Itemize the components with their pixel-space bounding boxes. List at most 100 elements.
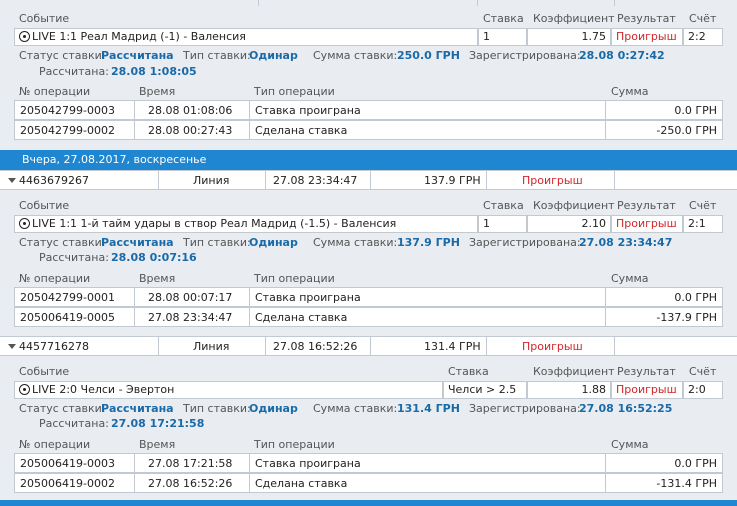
header-score: Счёт — [689, 12, 717, 25]
header-op-num: № операции — [19, 85, 91, 98]
header-sum: Сумма — [611, 438, 649, 451]
bet-details-panel-3: Событие Ставка Коэффициент Результат Счё… — [0, 356, 737, 500]
operation-row: 205006419-0003 27.08 17:21:58 Ставка про… — [14, 453, 723, 473]
op-sum: 0.0 ГРН — [674, 457, 717, 470]
status-label: Статус ставки: — [19, 49, 106, 62]
header-result: Результат — [617, 12, 676, 25]
header-bet: Ставка — [448, 365, 489, 378]
op-type: Ставка проиграна — [255, 457, 361, 470]
op-type: Сделана ставка — [255, 311, 348, 324]
header-bet: Ставка — [483, 12, 524, 25]
op-number: 205006419-0003 — [20, 457, 115, 470]
event-cell: LIVE 2:0 Челси - Эвертон — [14, 381, 443, 399]
event-name: LIVE 1:1 Реал Мадрид (-1) - Валенсия — [32, 30, 246, 43]
bet-details-panel-2: Событие Ставка Коэффициент Результат Счё… — [0, 190, 737, 336]
amount-value: 250.0 ГРН — [397, 49, 460, 62]
op-number: 205006419-0005 — [20, 311, 115, 324]
op-number: 205042799-0001 — [20, 291, 115, 304]
type-label: Тип ставки: — [183, 402, 251, 415]
status-label: Статус ставки: — [19, 236, 106, 249]
op-type: Сделана ставка — [255, 477, 348, 490]
soccer-ball-icon — [19, 384, 30, 395]
operation-row: 205006419-0002 27.08 16:52:26 Сделана ст… — [14, 473, 723, 493]
amount-value: 137.9 ГРН — [397, 236, 460, 249]
soccer-ball-icon — [19, 31, 30, 42]
amount-value: 131.4 ГРН — [397, 402, 460, 415]
op-sum: -131.4 ГРН — [656, 477, 717, 490]
op-time: 27.08 23:34:47 — [148, 311, 233, 324]
score-cell: 2:1 — [683, 215, 723, 233]
header-op-type: Тип операции — [254, 438, 335, 451]
bet-cell: 1 — [478, 28, 527, 46]
type-value: Одинар — [249, 402, 298, 415]
op-sum: 0.0 ГРН — [674, 291, 717, 304]
op-time: 27.08 16:52:26 — [148, 477, 233, 490]
amount-label: Сумма ставки: — [313, 49, 398, 62]
bet-id: 4463679267 — [19, 174, 89, 187]
amount-label: Сумма ставки: — [313, 402, 398, 415]
bet-result: Проигрыш — [522, 340, 583, 353]
op-type: Сделана ставка — [255, 124, 348, 137]
score-cell: 2:2 — [683, 28, 723, 46]
status-value: Рассчитана — [101, 402, 174, 415]
header-time: Время — [139, 85, 176, 98]
odds-cell: 1.88 — [527, 381, 611, 399]
op-time: 27.08 17:21:58 — [148, 457, 233, 470]
type-value: Одинар — [249, 49, 298, 62]
settled-label: Рассчитана: — [39, 251, 109, 264]
op-time: 28.08 00:27:43 — [148, 124, 233, 137]
type-label: Тип ставки: — [183, 49, 251, 62]
status-label: Статус ставки: — [19, 402, 106, 415]
header-sum: Сумма — [611, 85, 649, 98]
bet-kind: Линия — [193, 340, 230, 353]
bet-cell: Челси > 2.5 — [443, 381, 527, 399]
header-time: Время — [139, 272, 176, 285]
bet-summary-row[interactable]: 4457716278 Линия 27.08 16:52:26 131.4 ГР… — [0, 336, 737, 356]
operation-row: 205042799-0003 28.08 01:08:06 Ставка про… — [14, 100, 723, 120]
header-score: Счёт — [689, 199, 717, 212]
registered-label: Зарегистрирована: — [469, 402, 581, 415]
operation-row: 205006419-0005 27.08 23:34:47 Сделана ст… — [14, 307, 723, 327]
next-day-band — [0, 500, 737, 506]
registered-value: 27.08 16:52:25 — [579, 402, 673, 415]
bet-details-panel-1: Событие Ставка Коэффициент Результат Счё… — [0, 0, 737, 150]
bet-id: 4457716278 — [19, 340, 89, 353]
bet-amount: 137.9 ГРН — [424, 174, 481, 187]
bet-cell: 1 — [478, 215, 527, 233]
odds-cell: 2.10 — [527, 215, 611, 233]
op-type: Ставка проиграна — [255, 291, 361, 304]
event-cell: LIVE 1:1 1-й тайм удары в створ Реал Мад… — [14, 215, 478, 233]
type-value: Одинар — [249, 236, 298, 249]
bet-summary-row[interactable]: 4463679267 Линия 27.08 23:34:47 137.9 ГР… — [0, 170, 737, 190]
operation-row: 205042799-0002 28.08 00:27:43 Сделана ст… — [14, 120, 723, 140]
op-sum: 0.0 ГРН — [674, 104, 717, 117]
header-result: Результат — [617, 365, 676, 378]
result-cell: Проигрыш — [611, 215, 683, 233]
status-value: Рассчитана — [101, 236, 174, 249]
score-cell: 2:0 — [683, 381, 723, 399]
event-name: LIVE 1:1 1-й тайм удары в створ Реал Мад… — [32, 217, 397, 230]
odds-cell: 1.75 — [527, 28, 611, 46]
op-sum: -137.9 ГРН — [656, 311, 717, 324]
registered-label: Зарегистрирована: — [469, 236, 581, 249]
bet-history-page: Событие Ставка Коэффициент Результат Счё… — [0, 0, 737, 506]
event-cell: LIVE 1:1 Реал Мадрид (-1) - Валенсия — [14, 28, 478, 46]
operation-row: 205042799-0001 28.08 00:07:17 Ставка про… — [14, 287, 723, 307]
registered-label: Зарегистрирована: — [469, 49, 581, 62]
bet-kind: Линия — [193, 174, 230, 187]
header-odds: Коэффициент — [533, 365, 615, 378]
header-event: Событие — [19, 365, 70, 378]
event-name: LIVE 2:0 Челси - Эвертон — [32, 383, 175, 396]
registered-value: 27.08 23:34:47 — [579, 236, 673, 249]
header-odds: Коэффициент — [533, 12, 615, 25]
header-sum: Сумма — [611, 272, 649, 285]
op-time: 28.08 00:07:17 — [148, 291, 233, 304]
settled-label: Рассчитана: — [39, 417, 109, 430]
header-op-type: Тип операции — [254, 85, 335, 98]
registered-value: 28.08 0:27:42 — [579, 49, 665, 62]
header-bet: Ставка — [483, 199, 524, 212]
settled-label: Рассчитана: — [39, 65, 109, 78]
header-event: Событие — [19, 199, 70, 212]
soccer-ball-icon — [19, 218, 30, 229]
day-header: Вчера, 27.08.2017, воскресенье — [0, 150, 737, 170]
